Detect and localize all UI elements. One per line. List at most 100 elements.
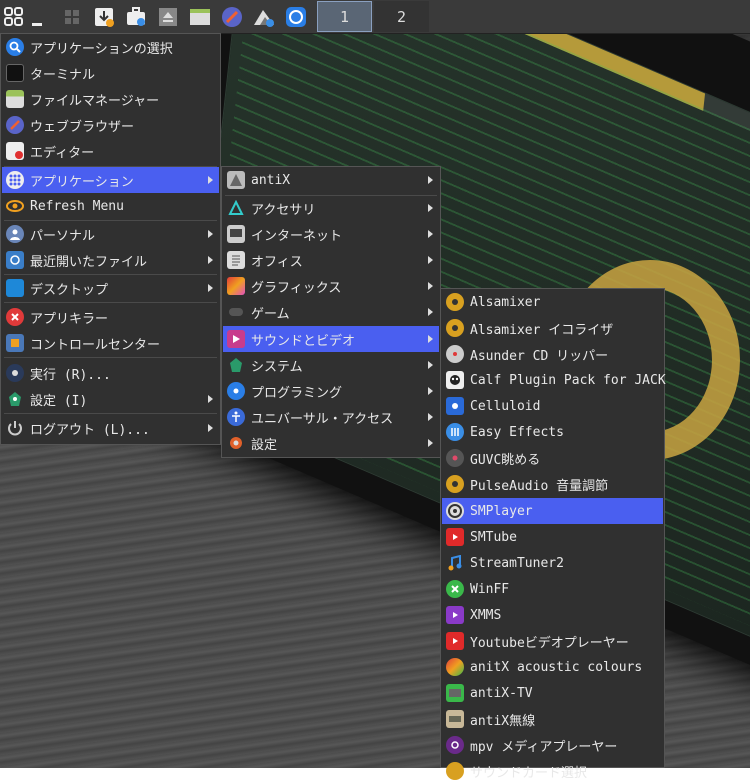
menu-item-label: WinFF	[470, 581, 510, 597]
menu-item-label: アプリケーション	[30, 174, 134, 190]
submenu-item-accessibility[interactable]: ユニバーサル・アクセス	[223, 404, 439, 430]
taskbar: 1 2	[0, 0, 750, 34]
soundcard-icon	[446, 762, 464, 780]
browser-panel-icon[interactable]	[220, 5, 244, 29]
menu-item-applications[interactable]: アプリケーション	[2, 167, 219, 193]
menu-item-recent-files[interactable]: 最近開いたファイル	[2, 247, 219, 273]
media-item-xmms[interactable]: XMMS	[442, 602, 663, 628]
menu-item-label: アプリケーションの選択	[30, 41, 173, 57]
menu-item-label: ファイルマネージャー	[30, 93, 160, 109]
menu-item-label: アプリキラー	[30, 311, 109, 327]
person-icon	[6, 225, 24, 243]
menu-item-settings[interactable]: 設定 (I)	[2, 386, 219, 412]
submenu-item-office[interactable]: オフィス	[223, 247, 439, 273]
menu-item-label: 設定 (I)	[30, 393, 88, 409]
menu-item-label: mpv メディアプレーヤー	[470, 739, 618, 755]
menu-item-label: XMMS	[470, 607, 502, 623]
antix-icon	[227, 171, 245, 189]
game-icon	[227, 303, 245, 321]
media-item-pulseaudio[interactable]: PulseAudio 音量調節	[442, 471, 663, 497]
package-installer-icon[interactable]	[92, 5, 116, 29]
submenu-arrow-icon	[428, 335, 433, 343]
media-item-asunder[interactable]: Asunder CD リッパー	[442, 341, 663, 367]
media-item-calf[interactable]: Calf Plugin Pack for JACK	[442, 367, 666, 393]
media-item-easy-effects[interactable]: Easy Effects	[442, 419, 663, 445]
media-item-smplayer[interactable]: SMPlayer	[442, 498, 663, 524]
submenu-arrow-icon	[208, 424, 213, 432]
start-menu-icon[interactable]	[2, 5, 26, 29]
speaker-icon	[446, 475, 464, 493]
media-item-alsamixer-equalizer[interactable]: Alsamixer イコライザ	[442, 315, 663, 341]
submenu-item-system[interactable]: システム	[223, 352, 439, 378]
acoustic-icon	[446, 658, 464, 676]
menu-item-label: ウェブブラウザー	[30, 119, 135, 135]
update-icon[interactable]	[284, 5, 308, 29]
calf-icon	[446, 371, 464, 389]
briefcase-icon[interactable]	[124, 5, 148, 29]
media-item-smtube[interactable]: SMTube	[442, 524, 663, 550]
media-item-soundcard-select[interactable]: サウンドカード選択	[442, 758, 663, 784]
media-item-celluloid[interactable]: Celluloid	[442, 393, 663, 419]
speaker-icon	[446, 319, 464, 337]
workspace-2-button[interactable]: 2	[374, 1, 429, 32]
submenu-item-antix[interactable]: antiX	[223, 167, 439, 193]
submenu-arrow-icon	[208, 176, 213, 184]
submenu-item-graphics[interactable]: グラフィックス	[223, 273, 439, 299]
equalizer-icon	[446, 423, 464, 441]
submenu-item-accessories[interactable]: アクセサリ	[223, 195, 439, 221]
submenu-arrow-icon	[208, 256, 213, 264]
menu-item-control-center[interactable]: コントロールセンター	[2, 330, 219, 356]
menu-item-file-manager[interactable]: ファイルマネージャー	[2, 86, 219, 112]
menu-item-label: ゲーム	[251, 306, 290, 322]
menu-item-label: ユニバーサル・アクセス	[251, 411, 394, 427]
menu-item-logout[interactable]: ログアウト (L)...	[2, 415, 219, 441]
submenu-arrow-icon	[208, 395, 213, 403]
control-center-icon	[6, 334, 24, 352]
recent-files-icon	[6, 251, 24, 269]
menu-item-label: GUVC眺める	[470, 452, 541, 468]
menu-item-terminal[interactable]: ターミナル	[2, 60, 219, 86]
submenu-item-games[interactable]: ゲーム	[223, 299, 439, 325]
menu-item-label: サウンドカード選択	[470, 765, 588, 781]
menu-item-web-browser[interactable]: ウェブブラウザー	[2, 112, 219, 138]
menu-item-label: ログアウト (L)...	[30, 422, 150, 438]
menu-item-label: Calf Plugin Pack for JACK	[470, 372, 666, 388]
submenu-item-sound-video[interactable]: サウンドとビデオ	[223, 326, 439, 352]
submenu-item-programming[interactable]: プログラミング	[223, 378, 439, 404]
submenu-item-settings[interactable]: 設定	[223, 430, 439, 456]
minimize-all-icon[interactable]	[28, 5, 52, 29]
menu-item-label: Easy Effects	[470, 424, 564, 440]
menu-item-app-finder[interactable]: アプリケーションの選択	[2, 34, 219, 60]
media-item-winff[interactable]: WinFF	[442, 576, 663, 602]
show-desktop-icon[interactable]	[60, 5, 84, 29]
menu-item-run[interactable]: 実行 (R)...	[2, 360, 219, 386]
media-item-streamtuner2[interactable]: StreamTuner2	[442, 550, 663, 576]
workspace-1-button[interactable]: 1	[317, 1, 372, 32]
kill-icon	[6, 308, 24, 326]
file-manager-panel-icon[interactable]	[188, 5, 212, 29]
media-item-alsamixer[interactable]: Alsamixer	[442, 289, 663, 315]
music-note-icon	[446, 554, 464, 572]
menu-item-editor[interactable]: エディター	[2, 138, 219, 164]
system-icon	[227, 356, 245, 374]
tv-icon	[446, 684, 464, 702]
media-item-acoustic-colours[interactable]: anitX acoustic colours	[442, 654, 663, 680]
menu-item-refresh-menu[interactable]: Refresh Menu	[2, 193, 219, 219]
settings-icon	[6, 390, 24, 408]
mountain-icon[interactable]	[252, 5, 276, 29]
eject-icon[interactable]	[156, 5, 180, 29]
media-item-youtube-player[interactable]: Youtubeビデオプレーヤー	[442, 628, 663, 654]
menu-item-label: antiX-TV	[470, 685, 533, 701]
media-item-mpv[interactable]: mpv メディアプレーヤー	[442, 732, 663, 758]
submenu-item-internet[interactable]: インターネット	[223, 221, 439, 247]
menu-item-label: アクセサリ	[251, 202, 316, 218]
cd-icon	[446, 345, 464, 363]
accessibility-icon	[227, 408, 245, 426]
menu-item-personal[interactable]: パーソナル	[2, 221, 219, 247]
media-item-antix-radio[interactable]: antiX無線	[442, 706, 663, 732]
menu-item-desktop[interactable]: デスクトップ	[2, 275, 219, 301]
menu-item-label: Youtubeビデオプレーヤー	[470, 635, 629, 651]
media-item-guvc[interactable]: GUVC眺める	[442, 445, 663, 471]
media-item-antix-tv[interactable]: antiX-TV	[442, 680, 663, 706]
menu-item-app-killer[interactable]: アプリキラー	[2, 304, 219, 330]
